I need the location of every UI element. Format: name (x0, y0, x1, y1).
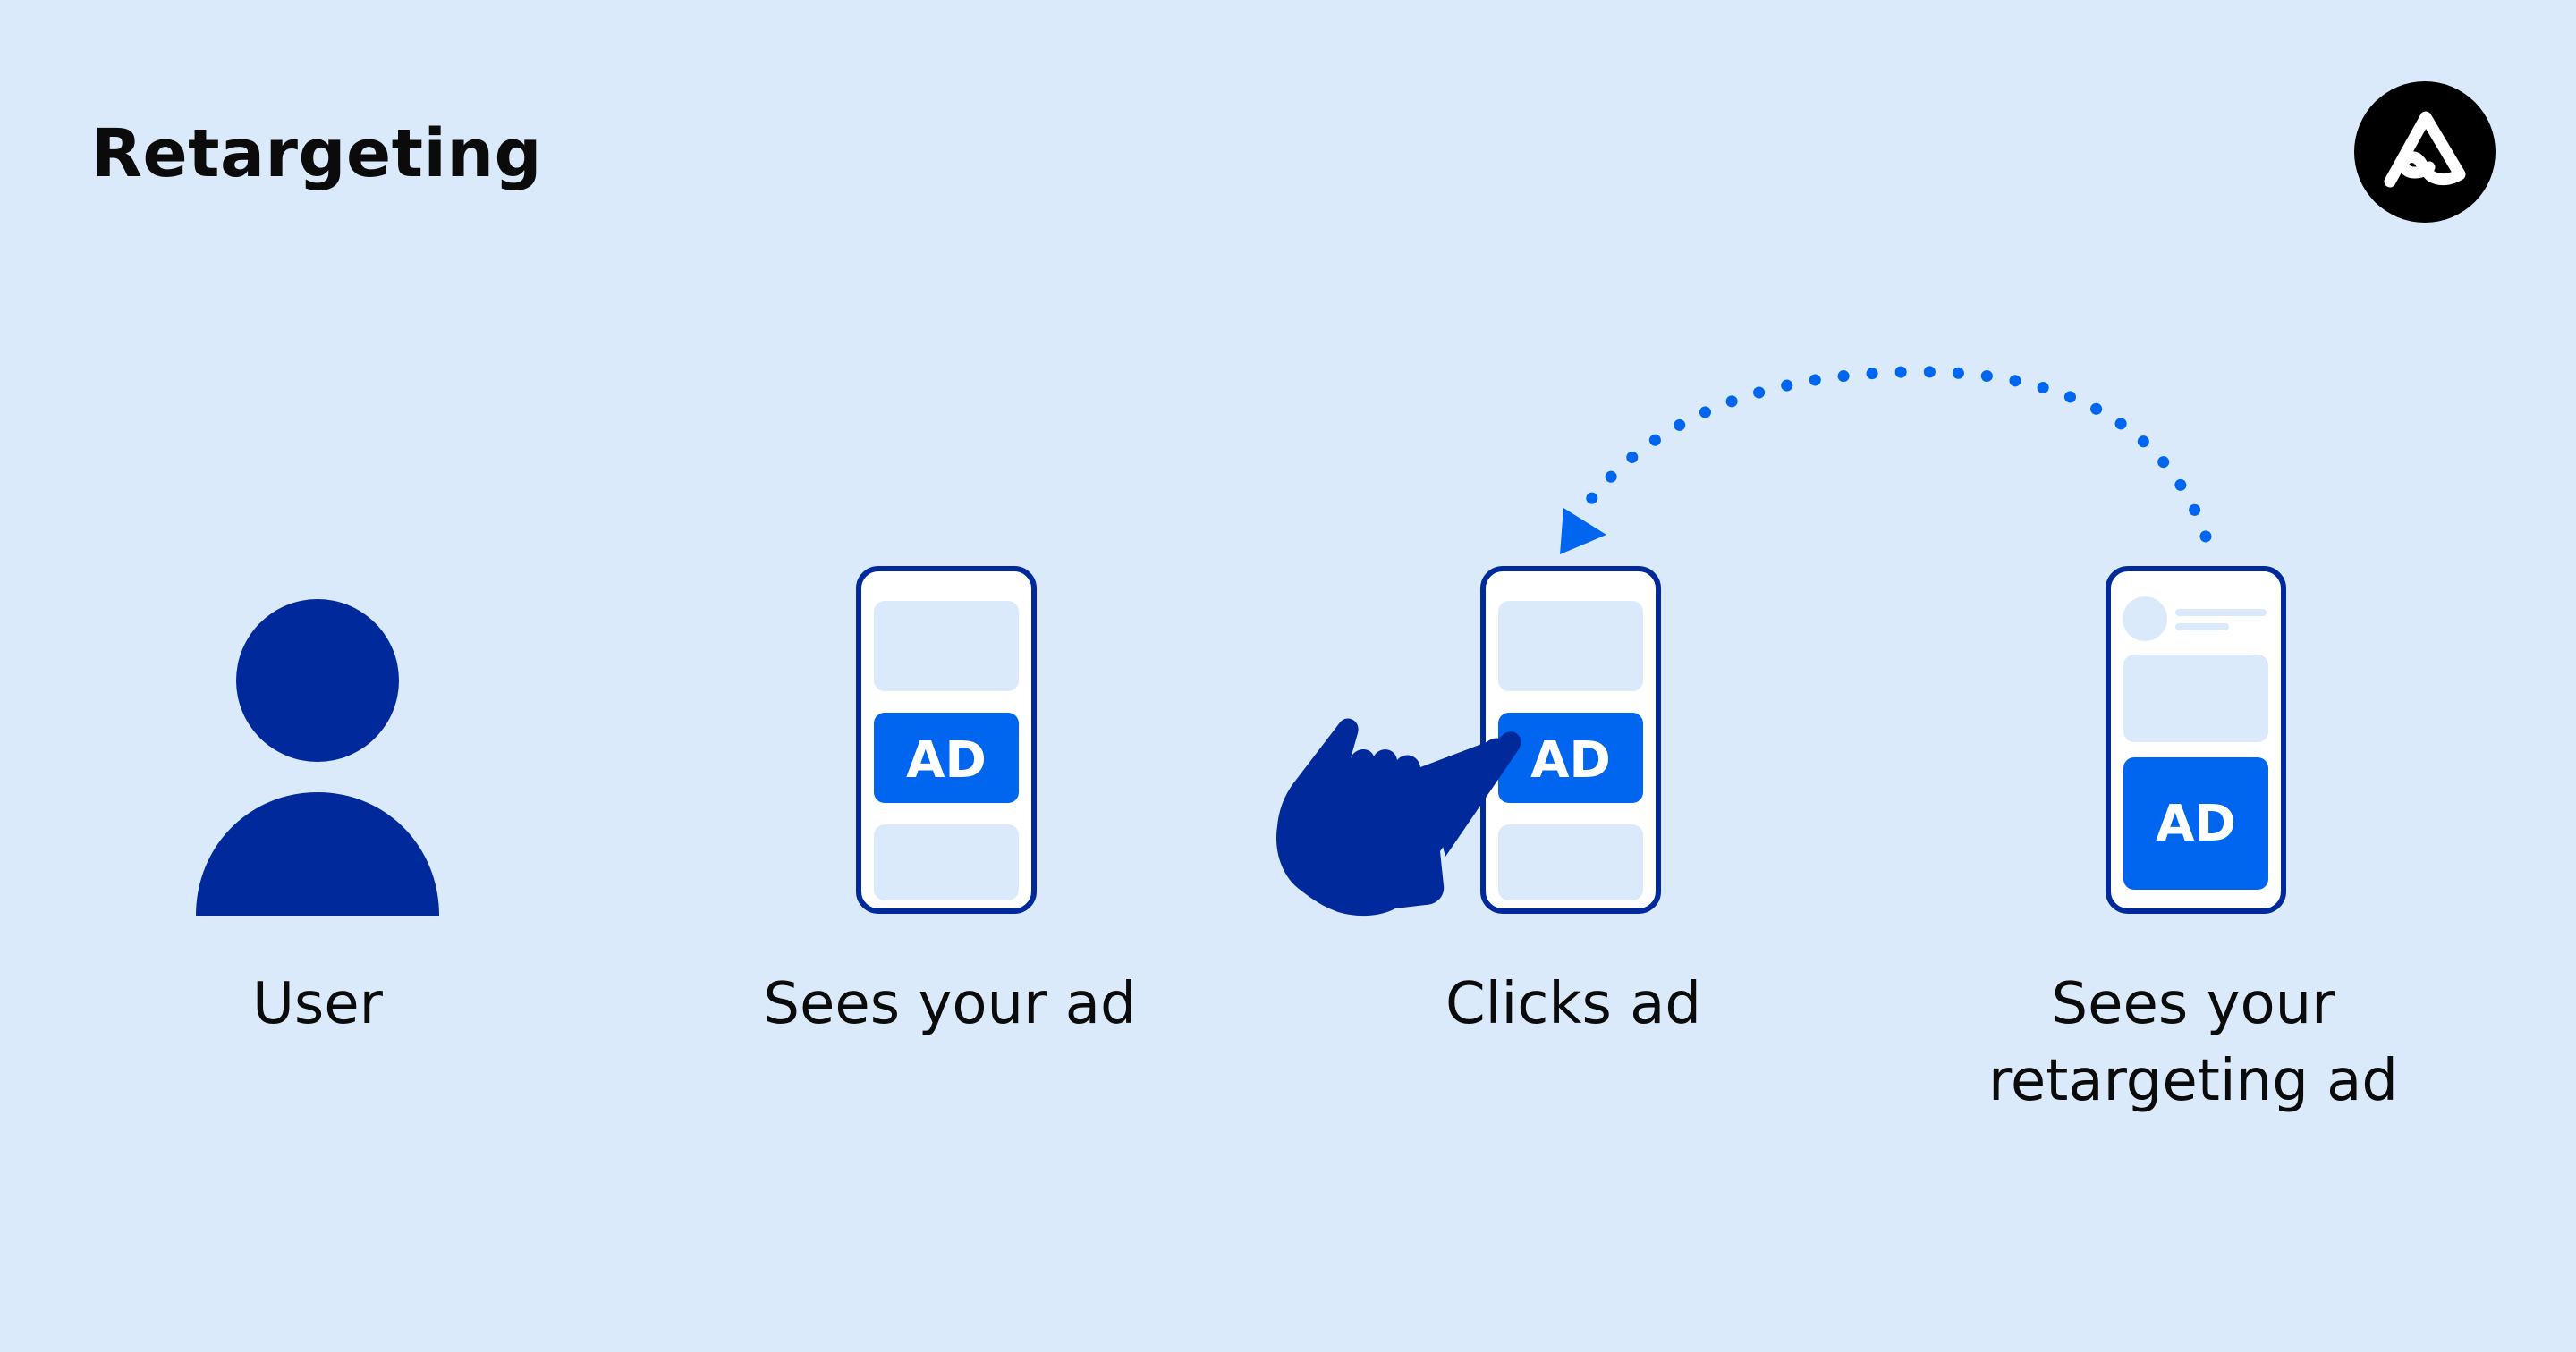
diagram-canvas: AD AD AD (196, 366, 2286, 917)
step-label-clicks-ad: Clicks ad (1445, 971, 1702, 1037)
arrow-head-icon (1560, 508, 1606, 554)
step-label-sees-ad: Sees your ad (763, 971, 1137, 1037)
ad-label: AD (1530, 731, 1611, 790)
step-label-retargeting-ad: Sees your retargeting ad (1880, 966, 2506, 1120)
ad-label: AD (906, 731, 987, 790)
user-icon (196, 599, 439, 916)
step-label-line-1: Sees your (2051, 971, 2335, 1037)
ad-label: AD (2156, 795, 2236, 853)
phone-icon-retargeting-ad: AD (2106, 566, 2286, 914)
retarget-arc (1577, 366, 2212, 543)
phone-icon-sees-ad: AD (856, 566, 1037, 914)
step-label-line-2: retargeting ad (1987, 1048, 2399, 1114)
step-label-user: User (252, 971, 383, 1037)
retargeting-diagram: Retargeting AD AD AD User Sees your ad C… (0, 0, 2576, 1352)
